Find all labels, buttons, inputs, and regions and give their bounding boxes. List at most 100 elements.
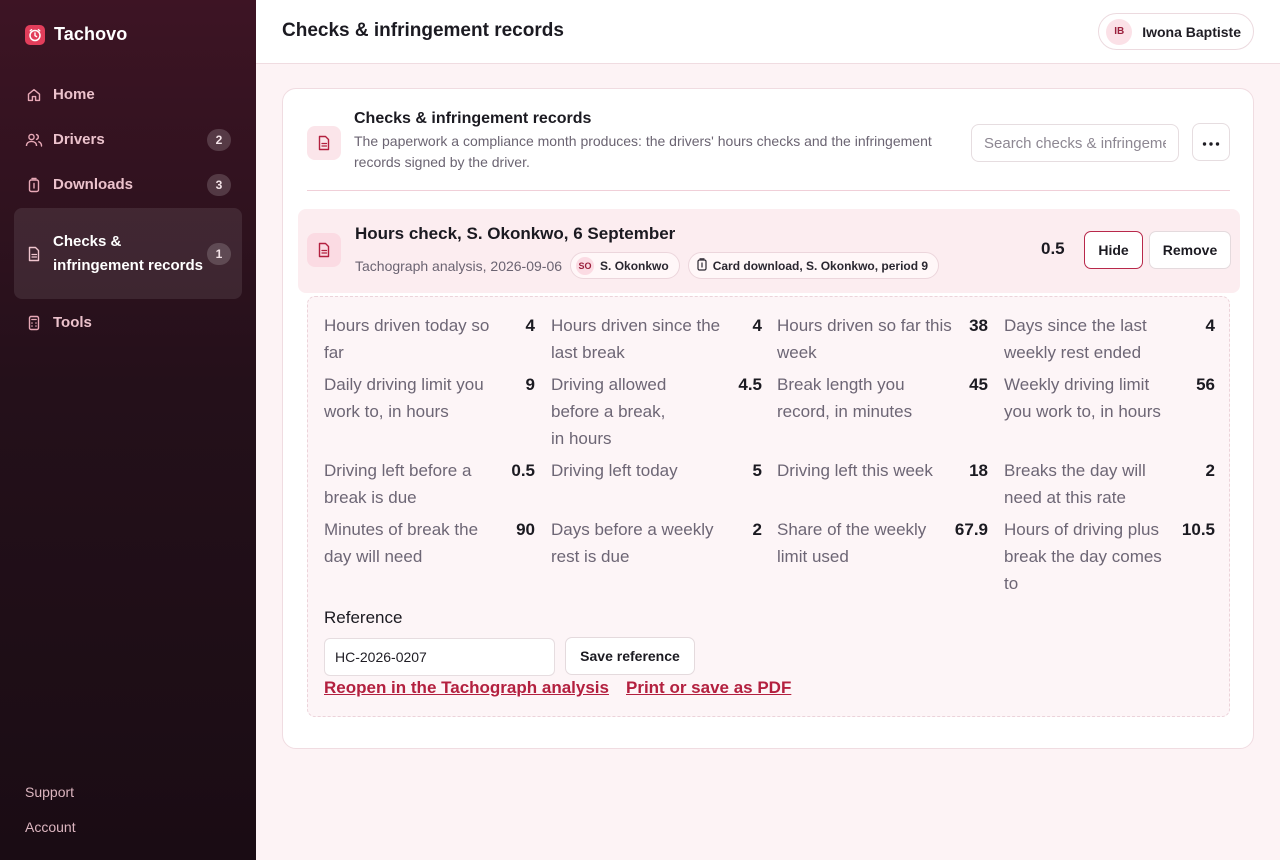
metric: Break length you record, in minutes 45 — [777, 371, 988, 425]
document-icon — [307, 233, 341, 267]
metric-label: Share of the weekly limit used — [777, 520, 927, 566]
count-badge: 3 — [207, 174, 231, 196]
metric-value: 2 — [752, 520, 762, 539]
print-pdf-link[interactable]: Print or save as PDF — [626, 678, 791, 698]
card-title: Checks & infringement records — [354, 110, 592, 127]
clock-logo-icon — [25, 24, 45, 45]
metric: Share of the weekly limit used 67.9 — [777, 516, 988, 570]
metric-value: 56 — [1196, 375, 1215, 394]
metric: Breaks the day will need at this rate 2 — [1004, 457, 1215, 511]
metric-label: Break length you record, in minutes — [777, 375, 913, 421]
brand[interactable]: Tachovo — [25, 24, 127, 45]
users-icon — [25, 131, 43, 149]
reference-label: Reference — [324, 608, 403, 627]
metric-label: Driving allowed before a break, in hours — [551, 375, 667, 448]
card-icon — [697, 257, 707, 274]
remove-button[interactable]: Remove — [1149, 231, 1231, 269]
sidebar-item-tools[interactable]: Tools — [14, 301, 242, 345]
metric-value: 4 — [525, 316, 535, 335]
hide-button[interactable]: Hide — [1084, 231, 1143, 269]
account-link[interactable]: Account — [25, 819, 76, 835]
metric-value: 18 — [969, 461, 988, 480]
metric: Driving left before a break is due 0.5 — [324, 457, 535, 511]
top-bar: Checks & infringement records IB Iwona B… — [256, 0, 1280, 64]
sidebar: Tachovo Home Drivers 2 Downloads 3 Check… — [0, 0, 256, 860]
metric: Daily driving limit you work to, in hour… — [324, 371, 535, 425]
more-options-button[interactable] — [1192, 123, 1230, 161]
record-value: 0.5 — [1041, 239, 1065, 258]
metric-label: Weekly driving limit you work to, in hou… — [1004, 375, 1161, 421]
sidebar-nav: Home Drivers 2 Downloads 3 Checks & infr… — [14, 73, 242, 346]
count-badge: 2 — [207, 129, 231, 151]
metric-value: 2 — [1205, 461, 1215, 480]
record-title: Hours check, S. Okonkwo, 6 September — [355, 224, 676, 243]
download-pill[interactable]: Card download, S. Okonkwo, period 9 — [687, 252, 940, 279]
metric-label: Minutes of break the day will need — [324, 520, 479, 566]
user-menu[interactable]: IB Iwona Baptiste — [1098, 13, 1254, 50]
driver-pill[interactable]: SO S. Okonkwo — [570, 252, 680, 279]
metric-label: Daily driving limit you work to, in hour… — [324, 375, 484, 421]
record-detail: Hours driven today so far 4 Hours driven … — [307, 296, 1230, 717]
sidebar-item-label: Drivers — [53, 131, 105, 148]
metric-label: Days before a weekly rest is due — [551, 520, 714, 566]
driver-name: S. Okonkwo — [600, 258, 669, 273]
sidebar-item-label: Checks & infringement records — [53, 232, 204, 274]
metric: Weekly driving limit you work to, in hou… — [1004, 371, 1215, 425]
app-name: Tachovo — [54, 24, 128, 44]
avatar: IB — [1106, 18, 1133, 45]
more-horizontal-icon — [1202, 133, 1220, 151]
avatar: SO — [576, 256, 595, 275]
metric-value: 67.9 — [954, 520, 988, 539]
card-description: The paperwork a compliance month produce… — [354, 133, 932, 170]
sidebar-item-drivers[interactable]: Drivers 2 — [14, 118, 242, 162]
metric: Hours driven so far this week 38 — [777, 312, 988, 366]
metric-value: 10.5 — [1181, 520, 1215, 539]
metric: Minutes of break the day will need 90 — [324, 516, 535, 570]
sidebar-item-downloads[interactable]: Downloads 3 — [14, 163, 242, 207]
reference-input[interactable] — [324, 638, 555, 676]
sidebar-item-home[interactable]: Home — [14, 73, 242, 117]
count-badge: 1 — [207, 242, 231, 265]
metric-value: 90 — [516, 520, 535, 539]
card-icon — [25, 176, 43, 194]
metric-value: 4 — [752, 316, 762, 335]
metric-label: Driving left this week — [777, 461, 933, 480]
search-input[interactable] — [971, 124, 1179, 162]
save-reference-button[interactable]: Save reference — [565, 637, 695, 675]
metric-label: Hours driven today so far — [324, 316, 490, 362]
record-meta: Tachograph analysis, 2026-09-06 SO S. Ok… — [355, 252, 940, 279]
sidebar-item-label: Tools — [53, 314, 92, 331]
metric: Hours of driving plus break the day come… — [1004, 516, 1215, 597]
sidebar-item-checks-infringement-records[interactable]: Checks & infringement records 1 — [14, 208, 242, 299]
support-link[interactable]: Support — [25, 784, 74, 800]
document-icon — [25, 245, 43, 263]
metric-label: Days since the last weekly rest ended — [1004, 316, 1147, 362]
record-row[interactable]: Hours check, S. Okonkwo, 6 September Tac… — [298, 209, 1240, 293]
sidebar-item-label: Downloads — [53, 176, 134, 193]
metric-value: 0.5 — [511, 461, 535, 480]
sidebar-item-label: Home — [53, 86, 95, 103]
metric-label: Hours driven since the last break — [551, 316, 721, 362]
metric: Driving left today 5 — [551, 457, 762, 484]
metric-value: 45 — [969, 375, 988, 394]
metric-label: Hours of driving plus break the day come… — [1004, 520, 1162, 593]
metric: Hours driven since the last break 4 — [551, 312, 762, 366]
document-icon — [307, 126, 341, 160]
metric: Hours driven today so far 4 — [324, 312, 535, 366]
metric: Days since the last weekly rest ended 4 — [1004, 312, 1215, 366]
metric: Driving left this week 18 — [777, 457, 988, 484]
metric: Days before a weekly rest is due 2 — [551, 516, 762, 570]
user-name: Iwona Baptiste — [1142, 23, 1241, 40]
metric-value: 5 — [752, 461, 762, 480]
metric-label: Driving left before a break is due — [324, 461, 472, 507]
home-icon — [25, 86, 43, 104]
record-source: Tachograph analysis, 2026-09-06 — [355, 257, 563, 274]
divider — [307, 190, 1230, 191]
reopen-analysis-link[interactable]: Reopen in the Tachograph analysis — [324, 678, 609, 698]
metric-value: 9 — [525, 375, 535, 394]
calculator-icon — [25, 314, 43, 332]
metric-value: 4.5 — [738, 375, 762, 394]
metric-label: Driving left today — [551, 461, 678, 480]
metric-label: Hours driven so far this week — [777, 316, 952, 362]
metric-value: 4 — [1205, 316, 1215, 335]
